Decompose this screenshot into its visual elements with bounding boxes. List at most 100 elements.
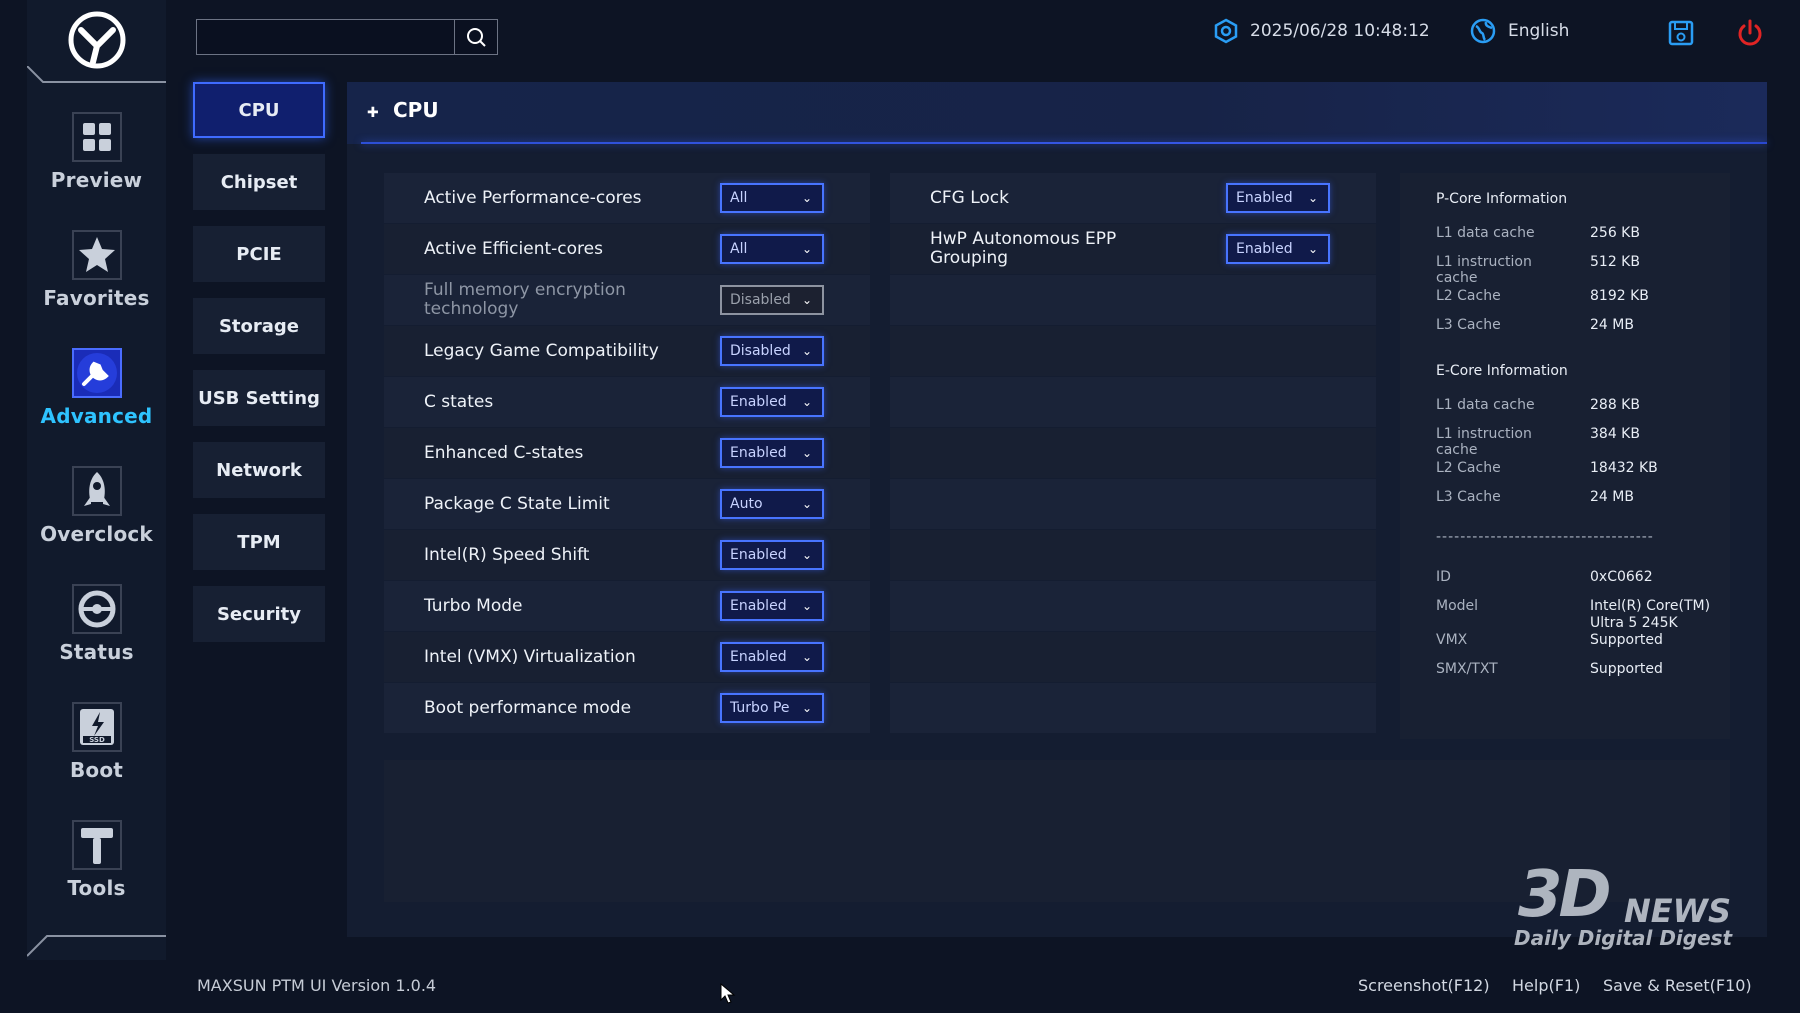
globe-icon bbox=[1470, 18, 1496, 44]
setting-row: Active Efficient-cores All ⌄ bbox=[384, 224, 870, 274]
submenu-storage[interactable]: Storage bbox=[193, 298, 325, 354]
language-selector[interactable]: English bbox=[1470, 18, 1569, 44]
info-value: 18432 KB bbox=[1590, 460, 1658, 476]
watermark-tagline: Daily Digital Digest bbox=[1514, 926, 1733, 950]
dropdown-value: Enabled bbox=[730, 547, 787, 563]
rocket-icon bbox=[71, 466, 122, 516]
info-value: 24 MB bbox=[1590, 489, 1634, 505]
setting-dropdown[interactable]: Enabled ⌄ bbox=[720, 540, 824, 570]
save-reset-button[interactable]: Save & Reset(F10) bbox=[1603, 976, 1752, 995]
submenu-tpm[interactable]: TPM bbox=[193, 514, 325, 570]
setting-dropdown[interactable]: Auto ⌄ bbox=[720, 489, 824, 519]
setting-label: Intel(R) Speed Shift bbox=[424, 544, 590, 565]
dropdown-value: Enabled bbox=[1236, 190, 1293, 206]
nav-status[interactable]: Status bbox=[27, 582, 166, 682]
dropdown-value: Disabled bbox=[730, 292, 791, 308]
setting-row: CFG Lock Enabled ⌄ bbox=[890, 173, 1376, 223]
setting-dropdown[interactable]: Enabled ⌄ bbox=[720, 642, 824, 672]
floppy-disk-icon[interactable] bbox=[1666, 18, 1696, 48]
info-key: Model bbox=[1436, 598, 1479, 614]
setting-dropdown[interactable]: Enabled ⌄ bbox=[1226, 183, 1330, 213]
help-button[interactable]: Help(F1) bbox=[1512, 976, 1580, 995]
nav-label: Status bbox=[59, 640, 134, 664]
plus-icon: ✚ bbox=[367, 105, 379, 121]
maxsun-logo-icon bbox=[68, 11, 126, 69]
setting-dropdown[interactable]: All ⌄ bbox=[720, 183, 824, 213]
info-value: 384 KB bbox=[1590, 426, 1640, 442]
setting-label: C states bbox=[424, 391, 494, 412]
nav-rail: Preview Favorites Advanced Overclock Sta… bbox=[27, 0, 166, 960]
datetime-display[interactable]: 2025/06/28 10:48:12 bbox=[1214, 18, 1430, 44]
search-icon bbox=[467, 28, 486, 47]
info-key: L1 instruction cache bbox=[1436, 426, 1532, 458]
submenu-network[interactable]: Network bbox=[193, 442, 325, 498]
info-key: L1 instruction cache bbox=[1436, 254, 1532, 286]
nav-tools[interactable]: Tools bbox=[27, 818, 166, 918]
setting-label: Package C State Limit bbox=[424, 493, 610, 514]
setting-dropdown[interactable]: Turbo Pe ⌄ bbox=[720, 693, 824, 723]
info-key: VMX bbox=[1436, 632, 1468, 648]
nav-favorites[interactable]: Favorites bbox=[27, 228, 166, 328]
rail-divider-top bbox=[27, 66, 166, 83]
empty-row bbox=[890, 581, 1376, 631]
setting-label: Enhanced C-states bbox=[424, 442, 584, 463]
setting-row: Legacy Game Compatibility Disabled ⌄ bbox=[384, 326, 870, 376]
rail-divider-bottom bbox=[27, 935, 166, 957]
dropdown-value: All bbox=[730, 190, 748, 206]
screenshot-button[interactable]: Screenshot(F12) bbox=[1358, 976, 1490, 995]
setting-label: Intel (VMX) Virtualization bbox=[424, 646, 636, 667]
nav-overclock[interactable]: Overclock bbox=[27, 464, 166, 564]
submenu-security[interactable]: Security bbox=[193, 586, 325, 642]
setting-label: Active Performance-cores bbox=[424, 187, 642, 208]
dropdown-value: Enabled bbox=[730, 445, 787, 461]
setting-row: Active Performance-cores All ⌄ bbox=[384, 173, 870, 223]
submenu-chipset[interactable]: Chipset bbox=[193, 154, 325, 210]
nav-advanced[interactable]: Advanced bbox=[27, 346, 166, 446]
grid-icon bbox=[71, 112, 122, 162]
search-button[interactable] bbox=[454, 20, 497, 54]
info-key: L3 Cache bbox=[1436, 317, 1501, 333]
info-value: 512 KB bbox=[1590, 254, 1640, 270]
empty-row bbox=[890, 326, 1376, 376]
submenu-pcie[interactable]: PCIE bbox=[193, 226, 325, 282]
ssd-icon: SSD bbox=[71, 702, 122, 752]
chevron-down-icon: ⌄ bbox=[801, 191, 812, 205]
chevron-down-icon: ⌄ bbox=[801, 497, 812, 511]
setting-dropdown[interactable]: Disabled ⌄ bbox=[720, 336, 824, 366]
setting-dropdown[interactable]: Enabled ⌄ bbox=[720, 387, 824, 417]
panel-header-underline bbox=[361, 142, 1767, 144]
power-icon[interactable] bbox=[1735, 18, 1765, 48]
info-value: Supported bbox=[1590, 632, 1663, 648]
info-value: Supported bbox=[1590, 661, 1663, 677]
setting-dropdown[interactable]: Enabled ⌄ bbox=[720, 438, 824, 468]
chevron-down-icon: ⌄ bbox=[801, 446, 812, 460]
submenu-label: Security bbox=[216, 603, 302, 625]
dropdown-value: All bbox=[730, 241, 748, 257]
dropdown-value: Enabled bbox=[730, 649, 787, 665]
chevron-down-icon: ⌄ bbox=[801, 548, 812, 562]
language-text: English bbox=[1508, 21, 1570, 41]
info-key: SMX/TXT bbox=[1436, 661, 1498, 677]
setting-row: Enhanced C-states Enabled ⌄ bbox=[384, 428, 870, 478]
chevron-down-icon: ⌄ bbox=[1307, 191, 1318, 205]
watermark-brand: 3D bbox=[1518, 858, 1612, 932]
submenu-cpu[interactable]: CPU bbox=[193, 82, 325, 138]
setting-dropdown[interactable]: Enabled ⌄ bbox=[1226, 234, 1330, 264]
submenu-usb-setting[interactable]: USB Setting bbox=[193, 370, 325, 426]
nav-preview[interactable]: Preview bbox=[27, 110, 166, 210]
chevron-down-icon: ⌄ bbox=[801, 242, 812, 256]
chevron-down-icon: ⌄ bbox=[801, 701, 812, 715]
setting-label: Legacy Game Compatibility bbox=[424, 340, 659, 361]
nav-label: Preview bbox=[50, 168, 143, 192]
setting-dropdown[interactable]: All ⌄ bbox=[720, 234, 824, 264]
info-key: L2 Cache bbox=[1436, 288, 1501, 304]
dropdown-value: Enabled bbox=[730, 598, 787, 614]
nav-label: Advanced bbox=[40, 404, 153, 428]
empty-row bbox=[890, 479, 1376, 529]
search-input[interactable] bbox=[197, 20, 454, 54]
chevron-down-icon: ⌄ bbox=[801, 650, 812, 664]
setting-dropdown[interactable]: Enabled ⌄ bbox=[720, 591, 824, 621]
empty-row bbox=[890, 683, 1376, 733]
setting-row: Package C State Limit Auto ⌄ bbox=[384, 479, 870, 529]
nav-boot[interactable]: SSD Boot bbox=[27, 700, 166, 800]
